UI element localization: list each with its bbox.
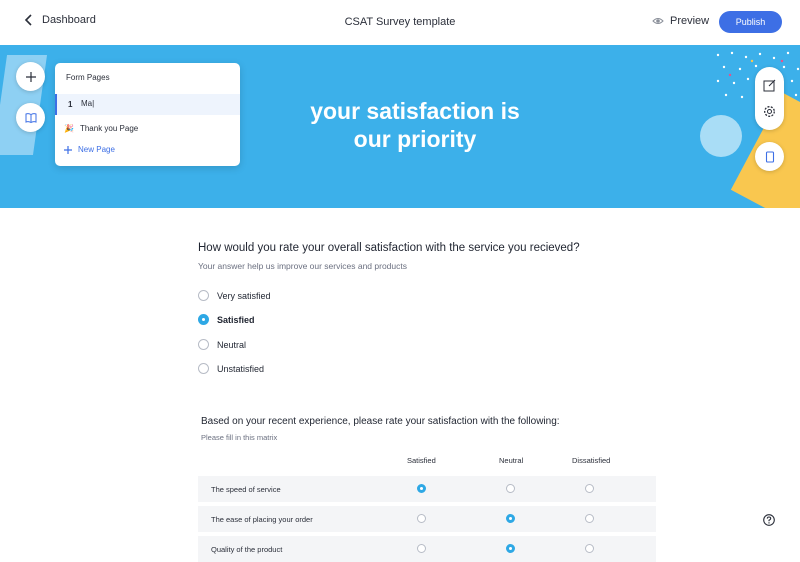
right-toolbar — [755, 67, 784, 130]
radio-button[interactable] — [198, 363, 209, 374]
radio-button-selected[interactable] — [198, 314, 209, 325]
question-1-title: How would you rate your overall satisfac… — [198, 242, 580, 254]
form-pages-panel: Form Pages 1 Ma| 🎉 Thank you Page New Pa… — [55, 63, 240, 166]
option-very-satisfied[interactable]: Very satisfied — [198, 290, 271, 301]
headline-line-1: your satisfaction is — [310, 98, 520, 124]
matrix-radio[interactable] — [506, 484, 515, 493]
library-button[interactable] — [16, 103, 45, 132]
gear-icon[interactable] — [763, 105, 776, 118]
book-icon — [25, 112, 36, 123]
new-page-label: New Page — [78, 145, 115, 154]
eye-icon — [652, 18, 664, 24]
page-name-input[interactable]: Ma| — [81, 99, 94, 108]
matrix-column-neutral: Neutral — [499, 456, 524, 465]
matrix-row-label: The speed of service — [211, 485, 281, 494]
question-2-subtitle: Please fill in this matrix — [201, 433, 278, 442]
radio-button[interactable] — [198, 339, 209, 350]
option-satisfied[interactable]: Satisfied — [198, 314, 255, 325]
plus-icon — [25, 71, 36, 82]
option-label: Neutral — [217, 339, 247, 350]
preview-button[interactable]: Preview — [652, 15, 709, 27]
matrix-radio[interactable] — [585, 514, 594, 523]
headline-line-2: our priority — [353, 126, 477, 152]
matrix-row-label: Quality of the product — [211, 545, 283, 554]
option-neutral[interactable]: Neutral — [198, 339, 246, 350]
edit-icon[interactable] — [763, 79, 776, 92]
matrix-row-label: The ease of placing your order — [211, 515, 313, 524]
help-icon[interactable] — [763, 514, 775, 526]
matrix-row: Quality of the product — [198, 536, 656, 562]
form-pages-title: Form Pages — [66, 73, 110, 82]
new-page-button[interactable]: New Page — [64, 145, 115, 154]
thank-you-page-label: Thank you Page — [79, 124, 139, 133]
banner-headline: your satisfaction is our priority — [250, 97, 580, 153]
matrix-column-satisfied: Satisfied — [407, 456, 436, 465]
device-preview-button[interactable] — [755, 142, 784, 171]
option-unsatisfied[interactable]: Unstatisfied — [198, 363, 264, 374]
page-item-active[interactable]: 1 Ma| — [55, 94, 240, 115]
matrix-radio[interactable] — [417, 514, 426, 523]
question-2-title: Based on your recent experience, please … — [201, 416, 560, 427]
matrix-radio-selected[interactable] — [506, 514, 515, 523]
option-label: Satisfied — [217, 314, 255, 325]
page-item-thank-you[interactable]: 🎉 Thank you Page — [64, 124, 138, 133]
matrix-radio[interactable] — [585, 484, 594, 493]
matrix-column-dissatisfied: Dissatisfied — [572, 456, 611, 465]
top-bar: Dashboard CSAT Survey template Preview P… — [0, 0, 800, 45]
page-number: 1 — [68, 100, 73, 109]
tablet-icon — [765, 150, 774, 163]
party-popper-icon: 🎉 — [64, 124, 74, 133]
matrix-row: The speed of service — [198, 476, 656, 502]
preview-label: Preview — [670, 15, 710, 27]
question-1-subtitle: Your answer help us improve our services… — [198, 261, 407, 271]
radio-button[interactable] — [198, 290, 209, 301]
plus-icon — [64, 145, 72, 154]
matrix-radio-selected[interactable] — [417, 484, 426, 493]
option-label: Unstatisfied — [217, 363, 265, 374]
publish-button[interactable]: Publish — [719, 11, 782, 33]
banner-decoration-circle — [700, 115, 742, 157]
add-element-button[interactable] — [16, 62, 45, 91]
matrix-row: The ease of placing your order — [198, 506, 656, 532]
option-label: Very satisfied — [217, 290, 271, 301]
